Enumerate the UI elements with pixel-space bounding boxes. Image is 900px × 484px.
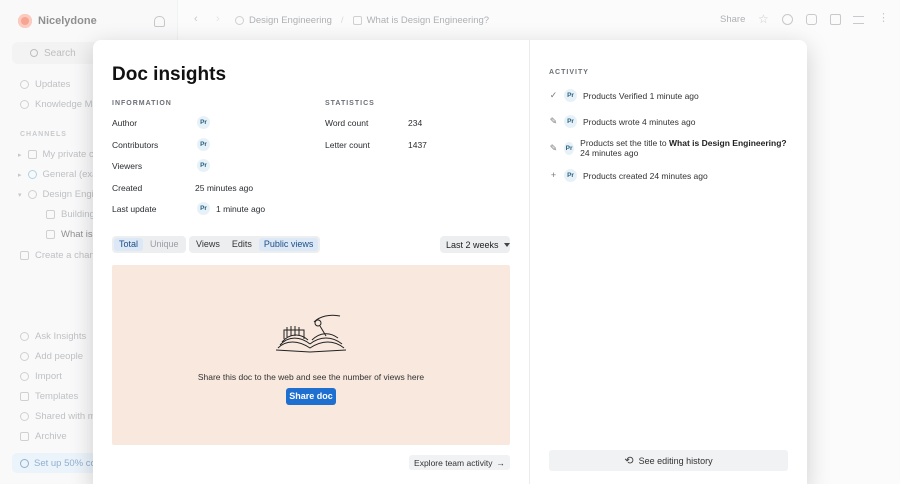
- doc-insights-modal: Doc insights INFORMATION STATISTICS Auth…: [93, 40, 807, 484]
- avatar[interactable]: Pr: [564, 142, 575, 155]
- pencil-icon: ✎: [549, 143, 558, 153]
- activity-item: + Pr Products created 24 minutes ago: [549, 169, 789, 182]
- tab-total[interactable]: Total: [114, 238, 144, 251]
- see-editing-history-button[interactable]: ⟲ See editing history: [549, 450, 788, 471]
- word-count-label: Word count: [325, 118, 369, 128]
- activity-text: Products Verified 1 minute ago: [583, 91, 699, 101]
- created-label: Created: [112, 183, 143, 193]
- modal-title: Doc insights: [112, 64, 227, 85]
- activity-text: Products created 24 minutes ago: [583, 171, 708, 181]
- document-title-link[interactable]: What is Design Engineering?: [669, 138, 787, 148]
- history-icon: ⟲: [624, 455, 634, 467]
- last-update-label: Last update: [112, 204, 157, 214]
- information-heading: INFORMATION: [112, 100, 172, 107]
- explore-team-activity-button[interactable]: Explore team activity →: [409, 455, 510, 470]
- pencil-icon: ✎: [549, 116, 558, 126]
- activity-heading: ACTIVITY: [549, 69, 589, 76]
- activity-item: ✎ Pr Products set the title to What is D…: [549, 138, 789, 158]
- explore-label: Explore team activity: [414, 457, 493, 468]
- viewers-label: Viewers: [112, 161, 143, 171]
- metric-type-toggle: Views Edits Public views: [189, 236, 321, 253]
- date-range-select[interactable]: Last 2 weeks: [440, 236, 510, 253]
- activity-text: Products set the title to What is Design…: [580, 138, 787, 158]
- contributors-label: Contributors: [112, 140, 159, 150]
- author-label: Author: [112, 118, 138, 128]
- chevron-down-icon: [503, 242, 510, 247]
- plus-icon: +: [550, 170, 557, 180]
- created-value: 25 minutes ago: [195, 183, 254, 193]
- avatar[interactable]: Pr: [197, 202, 210, 215]
- tab-unique[interactable]: Unique: [145, 238, 184, 251]
- word-count-value: 234: [408, 118, 423, 128]
- arrow-right-icon: →: [496, 457, 505, 468]
- last-update-value: Pr 1 minute ago: [197, 202, 265, 215]
- avatar[interactable]: Pr: [197, 116, 210, 129]
- open-book-illustration-icon: [275, 314, 347, 353]
- activity-text: Products wrote 4 minutes ago: [583, 117, 696, 127]
- history-label: See editing history: [638, 455, 713, 466]
- avatar[interactable]: Pr: [564, 169, 577, 182]
- check-circle-icon: ✓: [549, 90, 558, 100]
- avatar[interactable]: Pr: [197, 138, 210, 151]
- avatar[interactable]: Pr: [564, 115, 577, 128]
- total-unique-toggle: Total Unique: [112, 236, 186, 253]
- insights-panel: Doc insights INFORMATION STATISTICS Auth…: [93, 40, 529, 484]
- activity-panel: ACTIVITY ✓ Pr Products Verified 1 minute…: [529, 40, 807, 484]
- tab-public-views[interactable]: Public views: [258, 238, 319, 251]
- last-update-time: 1 minute ago: [216, 203, 266, 214]
- author-value: Pr: [197, 116, 210, 129]
- statistics-heading: STATISTICS: [325, 100, 375, 107]
- date-range-value: Last 2 weeks: [446, 239, 499, 250]
- public-views-empty-state: Share this doc to the web and see the nu…: [112, 265, 510, 445]
- letter-count-label: Letter count: [325, 140, 370, 150]
- letter-count-value: 1437: [408, 140, 427, 150]
- tab-edits[interactable]: Edits: [227, 238, 257, 251]
- share-doc-button[interactable]: Share doc: [286, 388, 336, 405]
- avatar[interactable]: Pr: [564, 89, 577, 102]
- activity-item: ✎ Pr Products wrote 4 minutes ago: [549, 115, 789, 128]
- activity-item: ✓ Pr Products Verified 1 minute ago: [549, 89, 789, 102]
- viewers-value: Pr: [197, 159, 210, 172]
- avatar[interactable]: Pr: [197, 159, 210, 172]
- empty-state-text: Share this doc to the web and see the nu…: [197, 372, 425, 382]
- contributors-value: Pr: [197, 138, 210, 151]
- tab-views[interactable]: Views: [191, 238, 225, 251]
